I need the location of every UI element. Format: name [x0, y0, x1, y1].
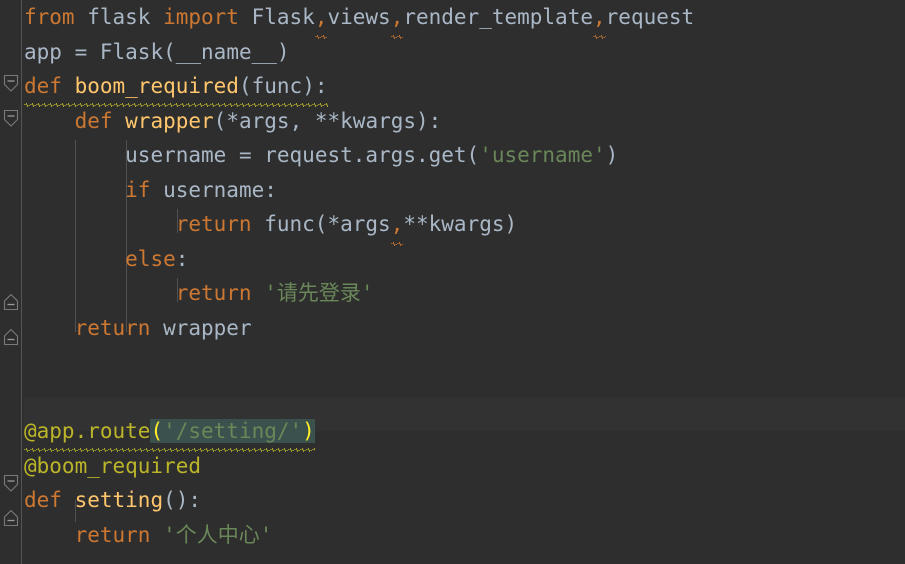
token-module-flask: flask — [74, 5, 164, 29]
token-keyword-return: return — [74, 522, 151, 547]
pep8-squiggle-comma-4: , — [390, 207, 403, 245]
matched-bracket-close: ) — [302, 419, 315, 443]
code-line-14[interactable]: @boom_required — [0, 449, 905, 484]
token-param-kwargs: kwargs — [340, 108, 417, 133]
token-arg-kwargs: kwargs — [428, 212, 505, 236]
token-paren-close: ) — [416, 108, 429, 133]
code-line-6[interactable]: if username: — [0, 173, 905, 208]
token-paren-close: ) — [302, 74, 315, 98]
token-name-Flask: Flask — [238, 5, 315, 29]
code-line-16[interactable]: return '个人中心' — [0, 518, 905, 553]
token-paren-open: ( — [163, 488, 176, 512]
token-function-boom-required: boom_required — [61, 74, 239, 98]
token-name-render-template: render_template — [403, 5, 593, 29]
token-colon: : — [175, 246, 189, 271]
token-paren-open: ( — [213, 108, 227, 133]
token-keyword-return: return — [175, 281, 252, 305]
warning-squiggle-app-route: @app.route('/setting/') — [24, 414, 315, 451]
matched-bracket-open: ( — [150, 419, 164, 443]
code-line-7[interactable]: return func(*args,**kwargs) — [0, 207, 905, 245]
token-operator-assign: = — [226, 143, 265, 167]
code-line-5[interactable]: username = request.args.get('username') — [0, 138, 905, 173]
token-paren-open: ( — [163, 39, 176, 64]
code-line-9[interactable]: return '请先登录' — [0, 276, 905, 311]
token-call-func: func — [251, 212, 315, 236]
pep8-squiggle-comma-1: , — [314, 0, 327, 38]
token-keyword-if: if — [125, 177, 151, 202]
token-doublestar-kwargs: ** — [314, 108, 341, 133]
token-colon: : — [428, 108, 442, 133]
pep8-squiggle-comma-3: , — [593, 0, 606, 38]
token-function-setting: setting — [61, 488, 164, 512]
token-param-args: args — [238, 108, 290, 133]
token-colon: : — [314, 74, 328, 98]
token-paren-open: ( — [314, 212, 328, 236]
token-star-args: * — [226, 108, 239, 133]
token-name-views: views — [327, 5, 391, 29]
token-var-username: username — [125, 143, 227, 167]
token-doublestar-kwargs: ** — [403, 212, 429, 236]
token-keyword-import: import — [163, 5, 239, 29]
token-keyword-else: else — [125, 246, 176, 271]
token-string-setting-route: '/setting/' — [163, 419, 303, 443]
token-function-wrapper: wrapper — [112, 108, 214, 133]
code-line-13[interactable]: @app.route('/setting/') — [0, 414, 905, 451]
code-editor[interactable]: from flask import Flask,views,render_tem… — [0, 0, 905, 564]
token-keyword-def: def — [24, 488, 62, 512]
token-comma: , — [289, 108, 315, 133]
token-colon: : — [264, 177, 277, 202]
token-keyword-from: from — [24, 5, 75, 29]
token-dunder-name: __name__ — [175, 39, 277, 64]
code-surface[interactable]: from flask import Flask,views,render_tem… — [0, 0, 905, 564]
token-decorator-app-route: @app.route — [24, 419, 151, 443]
token-call-Flask: Flask — [99, 39, 164, 64]
token-name-request: request — [605, 5, 695, 29]
token-decorator-boom-required: @boom_required — [24, 453, 202, 478]
code-line-2[interactable]: app = Flask(__name__) — [0, 35, 905, 70]
token-keyword-def: def — [74, 108, 113, 133]
code-line-1[interactable]: from flask import Flask,views,render_tem… — [0, 0, 905, 38]
token-string-username: 'username' — [479, 143, 606, 167]
code-line-12[interactable] — [0, 380, 905, 415]
code-line-8[interactable]: else: — [0, 242, 905, 277]
token-paren-open: ( — [466, 143, 480, 167]
warning-squiggle-boom-required: def boom_required(func): — [24, 69, 328, 106]
token-paren-close: ) — [276, 39, 290, 64]
token-param-func: func — [251, 74, 303, 98]
code-line-10[interactable]: return wrapper — [0, 311, 905, 346]
token-var-username: username — [150, 177, 265, 202]
token-keyword-return: return — [74, 315, 151, 340]
code-line-4[interactable]: def wrapper(*args, **kwargs): — [0, 104, 905, 139]
token-paren-open: ( — [238, 74, 252, 98]
token-keyword-return: return — [175, 212, 252, 236]
token-arg-args: args — [340, 212, 391, 236]
pep8-squiggle-comma-2: , — [390, 0, 403, 38]
token-string-please-login: '请先登录' — [251, 281, 374, 305]
code-line-15[interactable]: def setting(): — [0, 483, 905, 518]
token-string-personal-center: '个人中心' — [150, 522, 273, 547]
token-operator-assign: = — [61, 39, 100, 64]
token-paren-close: ) — [504, 212, 518, 236]
token-star-args: * — [327, 212, 341, 236]
code-line-3[interactable]: def boom_required(func): — [0, 69, 905, 106]
token-colon: : — [188, 488, 202, 512]
token-var-wrapper: wrapper — [150, 315, 252, 340]
code-line-11[interactable] — [0, 345, 905, 380]
token-paren-close: ) — [175, 488, 189, 512]
token-keyword-def: def — [24, 74, 62, 98]
token-paren-close: ) — [605, 143, 619, 167]
token-var-app: app — [24, 39, 62, 64]
token-expr-request-args-get: request.args.get — [264, 143, 467, 167]
